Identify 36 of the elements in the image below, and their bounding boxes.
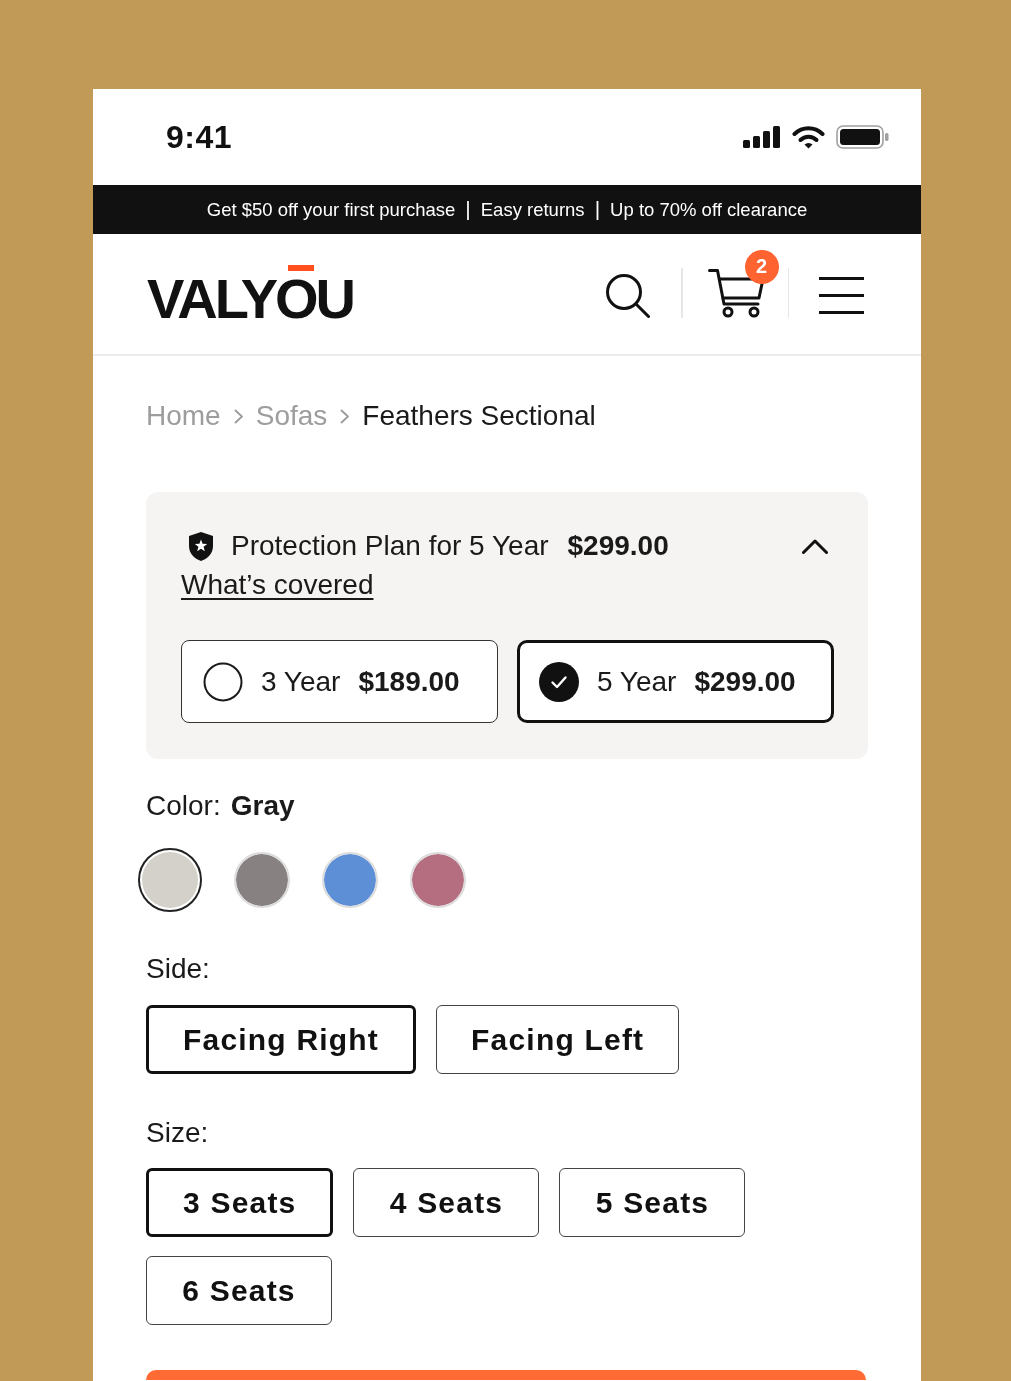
shield-icon bbox=[188, 530, 214, 562]
search-icon[interactable] bbox=[605, 273, 650, 318]
plan-option-button[interactable]: 5 Year $299.00 bbox=[517, 640, 834, 723]
promo-separator: | bbox=[464, 196, 472, 221]
brand-logo[interactable]: VALYOU bbox=[147, 262, 354, 335]
size-label: Size: bbox=[146, 1116, 209, 1150]
side-option-button[interactable]: Facing Left bbox=[436, 1005, 680, 1074]
radio-icon bbox=[203, 661, 243, 702]
status-time: 9:41 bbox=[166, 118, 233, 157]
promo-text: Up to 70% off clearance bbox=[610, 197, 808, 222]
color-swatch[interactable] bbox=[138, 848, 202, 912]
plan-price: $299.00 bbox=[567, 529, 669, 563]
color-label: Color: bbox=[146, 789, 221, 823]
battery-icon bbox=[836, 125, 889, 149]
side-label: Side: bbox=[146, 952, 210, 986]
plan-title: Protection Plan for 5 Year bbox=[231, 529, 549, 563]
promo-text: Get $50 off your first purchase bbox=[206, 197, 456, 222]
breadcrumb-current: Feathers Sectional bbox=[362, 399, 596, 433]
radio-checked-icon bbox=[539, 661, 579, 702]
plan-option-button[interactable]: 3 Year $189.00 bbox=[181, 640, 498, 723]
size-option-button[interactable]: 4 Seats bbox=[353, 1168, 540, 1237]
cart-count-badge: 2 bbox=[744, 249, 779, 284]
size-option-button[interactable]: 5 Seats bbox=[559, 1168, 746, 1237]
wifi-icon bbox=[792, 125, 825, 149]
whats-covered-link[interactable]: What’s covered bbox=[181, 568, 374, 602]
chevron-right-icon bbox=[233, 408, 243, 424]
size-option-button[interactable]: 3 Seats bbox=[146, 1168, 334, 1237]
color-value: Gray bbox=[230, 789, 295, 823]
menu-icon[interactable] bbox=[819, 277, 864, 314]
promo-text: Easy returns bbox=[480, 197, 585, 222]
signal-icon bbox=[743, 126, 781, 148]
promo-separator: | bbox=[593, 196, 602, 221]
side-option-button[interactable]: Facing Right bbox=[146, 1005, 417, 1074]
chevron-right-icon bbox=[340, 408, 350, 424]
chevron-up-icon[interactable] bbox=[802, 538, 828, 554]
size-option-button[interactable]: 6 Seats bbox=[146, 1256, 332, 1325]
